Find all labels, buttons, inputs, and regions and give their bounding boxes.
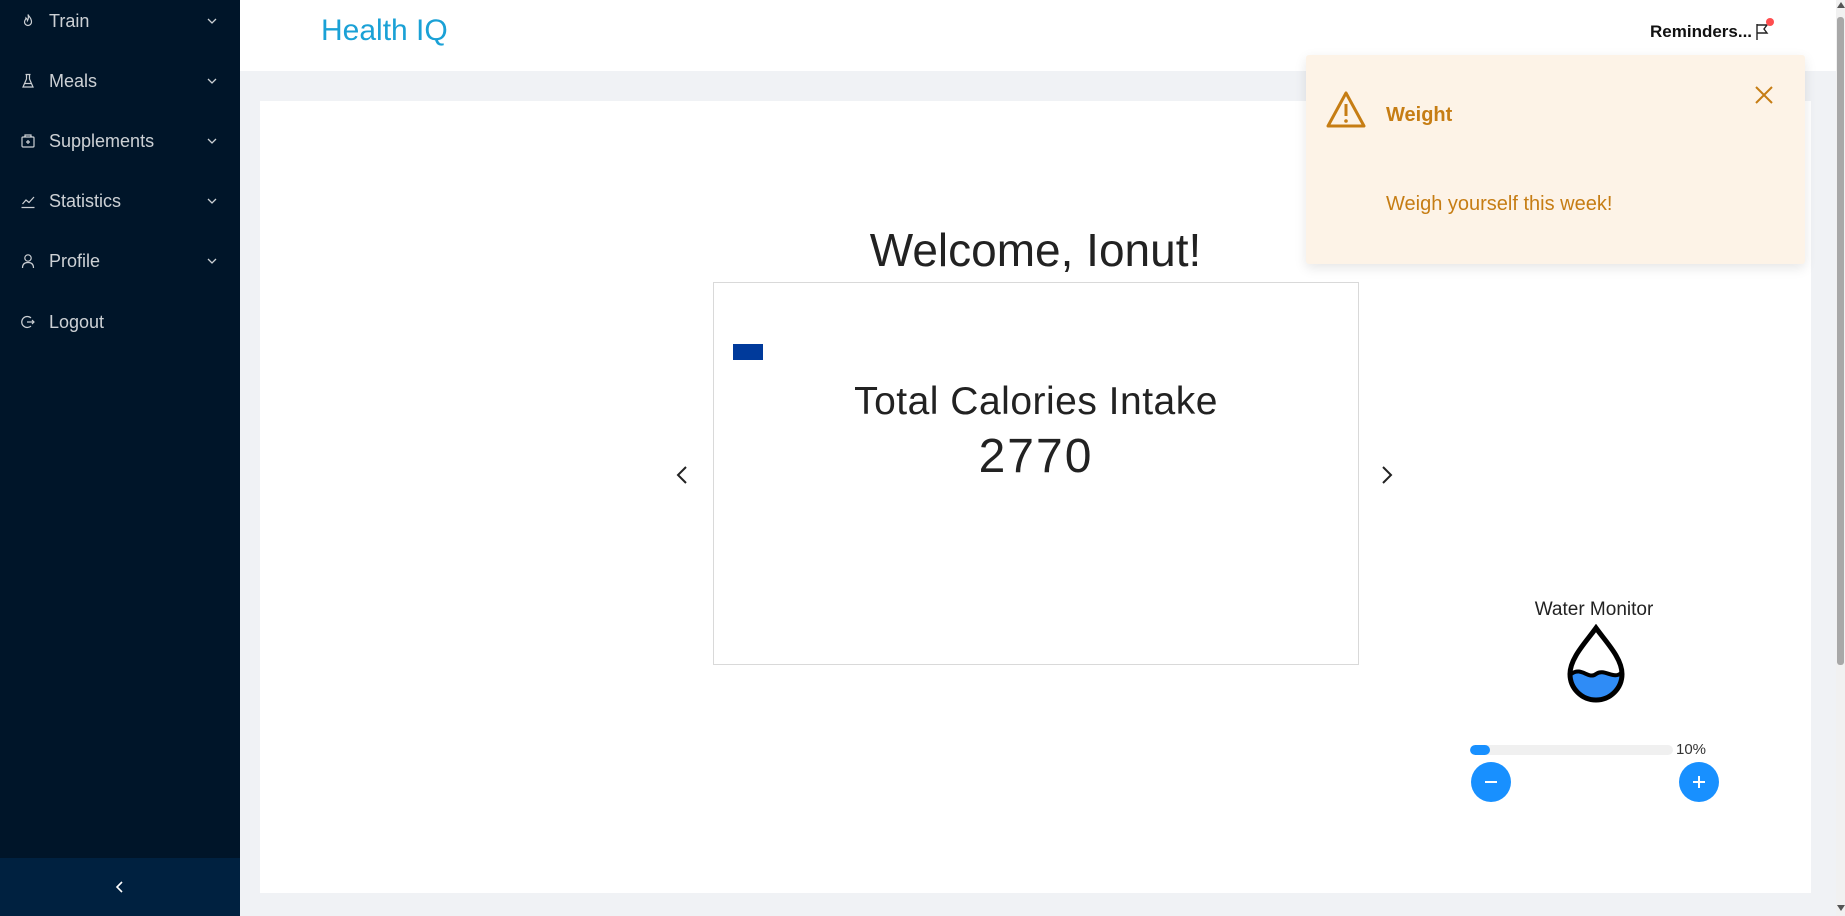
water-monitor-title: Water Monitor [1534, 599, 1654, 620]
flame-icon [20, 13, 36, 29]
sidebar-item-logout[interactable]: Logout [0, 302, 240, 342]
scroll-up-icon[interactable] [1837, 2, 1845, 8]
notification-message: Weigh yourself this week! [1386, 193, 1613, 215]
chevron-left-icon [115, 881, 123, 893]
calories-card: Total Calories Intake 2770 [713, 282, 1359, 665]
notification-dot [1766, 18, 1775, 26]
increase-water-button[interactable] [1679, 762, 1719, 802]
sidebar-item-label: Supplements [49, 130, 155, 151]
warning-icon [1326, 91, 1366, 128]
sidebar-item-supplements[interactable]: Supplements [0, 121, 240, 161]
decrease-water-button[interactable] [1471, 762, 1511, 802]
water-progress-fill [1470, 745, 1491, 755]
water-drop-icon [1567, 624, 1625, 703]
app-logo[interactable]: Health IQ [321, 14, 448, 48]
sidebar-item-profile[interactable]: Profile [0, 241, 240, 281]
sidebar-item-meals[interactable]: Meals [0, 61, 240, 101]
sidebar-item-label: Train [49, 10, 90, 31]
chevron-down-icon [207, 258, 217, 264]
chevron-down-icon [207, 18, 217, 24]
sidebar-collapse-button[interactable] [0, 858, 240, 916]
water-percent: 10% [1676, 741, 1707, 758]
chevron-down-icon [207, 138, 217, 144]
plus-icon [1693, 776, 1705, 788]
chevron-down-icon [207, 198, 217, 204]
scroll-thumb[interactable] [1837, 17, 1844, 665]
minus-icon [1485, 781, 1497, 783]
medicine-box-icon [20, 133, 36, 149]
sidebar-item-label: Logout [49, 311, 105, 332]
sidebar-item-train[interactable]: Train [0, 1, 240, 41]
sidebar-item-label: Profile [49, 250, 101, 271]
page-scrollbar[interactable] [1836, 0, 1845, 916]
card-title: Total Calories Intake [854, 380, 1218, 423]
chevron-down-icon [207, 78, 217, 84]
reminders-label: Reminders... [1650, 22, 1753, 41]
flag-icon [1754, 18, 1775, 42]
logout-icon [20, 314, 36, 330]
carousel-indicator[interactable] [733, 344, 763, 360]
chevron-right-icon [1382, 466, 1393, 484]
line-chart-icon [20, 193, 36, 209]
weight-notification: Weight Weigh yourself this week! [1306, 55, 1805, 264]
sidebar-item-label: Statistics [49, 190, 122, 211]
sidebar-item-label: Meals [49, 70, 98, 91]
notification-title: Weight [1386, 104, 1453, 126]
scroll-down-icon[interactable] [1837, 905, 1845, 911]
chevron-left-icon [676, 466, 687, 484]
reminders-button[interactable]: Reminders... [1650, 18, 1775, 42]
carousel-prev-button[interactable] [670, 461, 694, 489]
flask-icon [20, 73, 36, 89]
close-icon[interactable] [1753, 84, 1775, 106]
user-icon [20, 253, 36, 269]
water-progress-bar [1470, 745, 1673, 755]
sidebar-item-statistics[interactable]: Statistics [0, 181, 240, 221]
sidebar: Train Meals Supplements Statistics Profi… [0, 0, 240, 916]
carousel-next-button[interactable] [1375, 461, 1399, 489]
card-value: 2770 [978, 430, 1094, 483]
